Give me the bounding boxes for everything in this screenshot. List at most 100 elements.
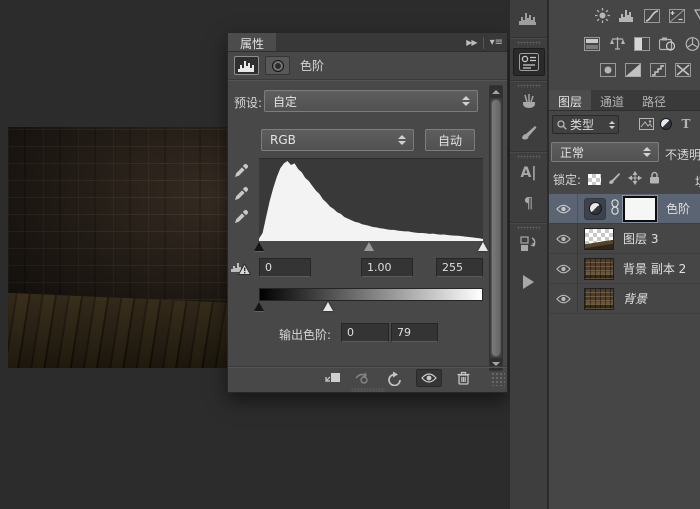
mask-link-icon[interactable] — [611, 199, 619, 218]
lock-all-icon[interactable] — [649, 171, 660, 187]
levels-histogram[interactable] — [259, 158, 483, 241]
dropdown-arrows-icon — [643, 147, 651, 157]
blend-mode-dropdown[interactable]: 正常 — [551, 142, 659, 162]
black-white-icon[interactable] — [633, 36, 651, 51]
auto-button[interactable]: 自动 — [425, 129, 475, 151]
filter-pixel-layers-icon[interactable] — [637, 116, 655, 132]
output-highlight-field[interactable] — [391, 323, 438, 342]
color-balance-icon[interactable] — [608, 36, 626, 51]
layer-visibility-toggle[interactable] — [549, 284, 578, 313]
midtone-input-field[interactable] — [361, 258, 413, 277]
white-point-eyedropper-icon[interactable] — [231, 207, 251, 226]
posterize-icon[interactable] — [649, 62, 667, 77]
clip-to-layer-icon[interactable] — [323, 369, 343, 387]
color-lookup-icon[interactable] — [599, 62, 617, 77]
delete-adjustment-icon[interactable] — [453, 369, 473, 387]
layer-thumbnail[interactable] — [584, 288, 614, 310]
layer-row-background-copy2[interactable]: 背景 副本 2 — [549, 254, 700, 284]
threshold-icon[interactable] — [674, 62, 692, 77]
dock-grip[interactable] — [517, 155, 541, 159]
lock-move-icon[interactable] — [628, 171, 642, 188]
output-shadow-field[interactable] — [341, 323, 389, 342]
dropdown-arrows-icon — [462, 96, 470, 106]
mask-view-button[interactable] — [265, 56, 290, 75]
tab-layers[interactable]: 图层 — [549, 90, 591, 110]
brush-settings-panel-icon[interactable] — [510, 119, 547, 145]
gray-point-eyedropper-icon[interactable] — [231, 184, 251, 203]
scroll-up-icon[interactable] — [490, 86, 502, 98]
paragraph-panel-icon[interactable]: ¶ — [510, 190, 547, 216]
midtone-input-slider[interactable] — [364, 242, 374, 251]
layer-name[interactable]: 背景 副本 2 — [623, 260, 686, 277]
actions-panel-icon[interactable] — [510, 269, 547, 295]
panel-drag-edge[interactable] — [228, 387, 507, 392]
layer-visibility-toggle[interactable] — [549, 194, 578, 223]
lock-paint-icon[interactable] — [608, 172, 621, 187]
layer-name[interactable]: 图层 3 — [623, 230, 658, 247]
layer-mask-thumbnail[interactable] — [623, 196, 657, 222]
output-black-slider[interactable] — [254, 302, 264, 311]
visibility-eye-icon[interactable] — [416, 369, 442, 387]
clone-source-panel-icon[interactable] — [510, 231, 547, 257]
filter-kind-dropdown[interactable]: 类型 — [552, 115, 619, 134]
layer-row-background[interactable]: 背景 — [549, 284, 700, 314]
layer-visibility-toggle[interactable] — [549, 254, 578, 283]
shadow-input-field[interactable] — [259, 258, 311, 277]
fill-label: 填充 — [695, 173, 700, 190]
histogram-panel-icon[interactable] — [510, 5, 547, 31]
lock-transparency-icon[interactable] — [588, 174, 601, 185]
properties-panel: 属性 ▶▶ ▾≡ 色阶 预设: 自定 — [227, 32, 508, 393]
brightness-contrast-icon[interactable] — [593, 8, 611, 23]
adjustments-row-3 — [599, 62, 700, 77]
curves-icon[interactable] — [643, 8, 661, 23]
levels-adjustment-icon[interactable] — [584, 198, 606, 220]
collapse-panel-icon[interactable]: ▶▶ — [466, 38, 476, 47]
invert-icon[interactable] — [624, 62, 642, 77]
channel-mixer-icon[interactable] — [683, 36, 700, 51]
panel-resize-grip[interactable] — [491, 372, 505, 386]
tab-paths[interactable]: 路径 — [633, 90, 675, 110]
tab-channels[interactable]: 通道 — [591, 90, 633, 110]
panel-menu-icon[interactable]: ▾≡ — [490, 37, 503, 48]
scrollbar-thumb[interactable] — [491, 99, 501, 357]
levels-histogram-button[interactable] — [234, 56, 259, 75]
layer-filter-row: 类型 T — [549, 111, 700, 138]
properties-scrollbar[interactable] — [489, 85, 503, 371]
exposure-icon[interactable] — [668, 8, 686, 23]
preset-dropdown[interactable]: 自定 — [264, 90, 478, 112]
highlight-input-slider[interactable] — [478, 242, 488, 251]
dock-grip[interactable] — [517, 226, 541, 230]
character-panel-icon[interactable]: A| — [510, 160, 547, 186]
output-white-slider[interactable] — [323, 302, 333, 311]
filter-adjustment-layers-icon[interactable] — [657, 116, 675, 132]
uncached-refresh-warning-icon[interactable] — [231, 260, 251, 280]
layer-visibility-toggle[interactable] — [549, 224, 578, 253]
layer-name[interactable]: 色阶 — [666, 200, 690, 217]
eye-icon — [556, 204, 571, 214]
eye-icon — [556, 264, 571, 274]
layer-row-layer3[interactable]: 图层 3 — [549, 224, 700, 254]
layer-row-levels[interactable]: 色阶 — [549, 194, 700, 224]
layer-thumbnail[interactable] — [584, 258, 614, 280]
black-point-eyedropper-icon[interactable] — [231, 161, 251, 180]
reset-adjustment-icon[interactable] — [385, 369, 405, 387]
filter-type-layers-icon[interactable]: T — [677, 116, 695, 132]
channel-dropdown[interactable]: RGB — [261, 129, 414, 151]
dock-grip[interactable] — [517, 41, 541, 45]
vibrance-icon[interactable] — [693, 8, 700, 23]
layer-thumbnail[interactable] — [584, 228, 614, 250]
view-previous-state-icon[interactable] — [354, 369, 374, 387]
brush-presets-panel-icon[interactable] — [510, 89, 547, 115]
levels-icon[interactable] — [618, 8, 636, 23]
properties-tabbar: 属性 ▶▶ ▾≡ — [228, 33, 507, 52]
tab-properties[interactable]: 属性 — [228, 33, 276, 51]
hue-saturation-icon[interactable] — [583, 36, 601, 51]
input-level-sliders — [259, 242, 483, 252]
layer-name[interactable]: 背景 — [623, 290, 647, 307]
photo-filter-icon[interactable] — [658, 36, 676, 51]
shadow-input-slider[interactable] — [254, 242, 264, 251]
divider — [483, 37, 484, 49]
dock-grip[interactable] — [517, 84, 541, 88]
highlight-input-field[interactable] — [436, 258, 483, 277]
properties-panel-icon[interactable] — [513, 48, 545, 76]
